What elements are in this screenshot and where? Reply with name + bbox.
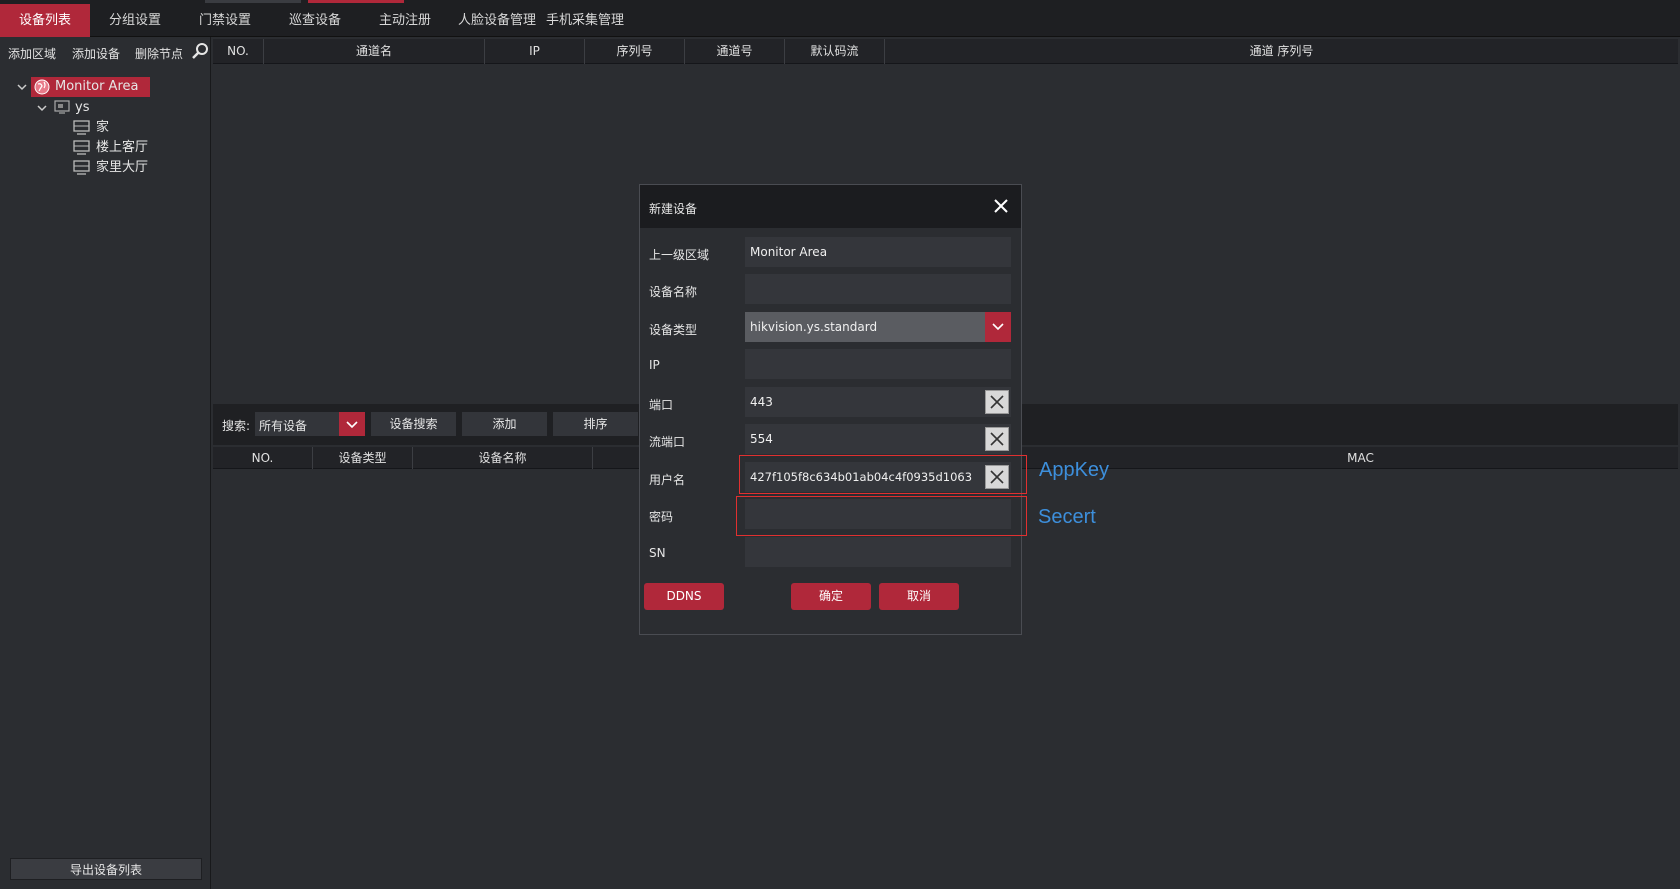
appkey-annotation: AppKey [1039,459,1110,481]
clear-stream-port-icon[interactable] [985,427,1009,451]
monitor-icon [73,120,90,135]
column-header[interactable]: 通道号 [685,39,785,64]
dialog-title: 新建设备 [649,202,698,216]
ip-label: IP [649,358,660,372]
chevron-down-icon[interactable] [339,412,365,436]
chevron-down-icon[interactable] [16,81,28,93]
tab-mobile-capture-mgmt[interactable]: 手机采集管理 [545,4,625,37]
monitor-icon [73,160,90,175]
globe-icon [34,79,50,95]
new-device-dialog: 新建设备 上一级区域 Monitor Area 设备名称 设备类型 hikvis… [639,184,1022,635]
clear-port-icon[interactable] [985,390,1009,414]
sort-button[interactable]: 排序 [553,412,638,436]
search-icon[interactable] [191,42,209,60]
add-area-button[interactable]: 添加区域 [8,45,56,62]
secret-annotation: Secert [1038,506,1096,528]
device-filter-value: 所有设备 [259,419,308,433]
tab-group-settings[interactable]: 分组设置 [95,4,175,37]
port-field[interactable]: 443 [745,387,1011,417]
tab-access-control[interactable]: 门禁设置 [185,4,265,37]
device-search-button[interactable]: 设备搜索 [371,412,456,436]
password-label: 密码 [649,510,674,524]
parent-area-label: 上一级区域 [649,248,710,262]
top-indicator-gray [205,0,301,3]
left-toolbar: 添加区域 添加设备 删除节点 [0,37,211,67]
tree-item-ys[interactable]: ys [75,98,89,118]
delete-node-button[interactable]: 删除节点 [135,45,183,62]
username-label: 用户名 [649,473,686,487]
column-header[interactable]: NO. [213,39,264,64]
ddns-button[interactable]: DDNS [644,583,724,610]
add-device-button[interactable]: 添加设备 [72,45,120,62]
column-header[interactable]: NO. [213,447,313,469]
secret-highlight-box [736,496,1027,536]
stream-port-field[interactable]: 554 [745,424,1011,454]
column-header[interactable]: 设备名称 [413,447,593,469]
ip-field[interactable] [745,349,1011,379]
port-label: 端口 [649,398,674,412]
sn-label: SN [649,546,666,560]
top-tab-bar: 设备列表 分组设置 门禁设置 巡查设备 主动注册 人脸设备管理 手机采集管理 [0,0,1680,37]
close-icon[interactable] [991,196,1011,216]
device-filter-select[interactable]: 所有设备 [255,412,365,436]
device-type-value: hikvision.ys.standard [750,320,878,334]
export-device-list-button[interactable]: 导出设备列表 [10,858,202,880]
monitor-icon [73,140,90,155]
ok-button[interactable]: 确定 [791,583,871,610]
add-button[interactable]: 添加 [462,412,547,436]
chevron-down-icon[interactable] [985,312,1011,342]
left-panel: 添加区域 添加设备 删除节点 Monitor Area ys 家 楼上客厅 家里… [0,37,211,889]
cancel-button[interactable]: 取消 [879,583,959,610]
tree-item-channel[interactable]: 家里大厅 [96,158,148,178]
dvr-icon [54,100,70,114]
device-type-label: 设备类型 [649,323,698,337]
column-header[interactable]: 通道名 [264,39,485,64]
tab-active-register[interactable]: 主动注册 [365,4,445,37]
top-indicator-red [308,0,404,3]
tab-patrol-devices[interactable]: 巡查设备 [275,4,355,37]
tab-device-list[interactable]: 设备列表 [0,4,90,37]
device-name-label: 设备名称 [649,285,698,299]
device-name-field[interactable] [745,274,1011,304]
column-header[interactable]: 设备类型 [313,447,413,469]
column-header[interactable]: 默认码流 [785,39,885,64]
sn-field[interactable] [745,537,1011,567]
column-header[interactable]: IP [485,39,585,64]
tree-root-label: Monitor Area [55,79,139,94]
chevron-down-icon[interactable] [36,102,48,114]
stream-port-label: 流端口 [649,435,686,449]
parent-area-field[interactable]: Monitor Area [745,237,1011,267]
appkey-highlight-box [739,455,1027,494]
column-header[interactable]: 序列号 [585,39,685,64]
tree-item-channel[interactable]: 楼上客厅 [96,138,148,158]
dialog-titlebar: 新建设备 [640,185,1021,228]
search-label: 搜索: [222,419,251,433]
channel-table-header: NO. 通道名 IP 序列号 通道号 默认码流 通道 序列号 [213,39,1678,64]
device-type-select[interactable]: hikvision.ys.standard [745,312,1011,342]
tree-item-monitor-area[interactable]: Monitor Area [31,77,151,97]
column-header[interactable]: 通道 序列号 [885,39,1678,64]
tree-item-channel[interactable]: 家 [96,118,109,138]
tab-face-device-mgmt[interactable]: 人脸设备管理 [452,4,542,37]
